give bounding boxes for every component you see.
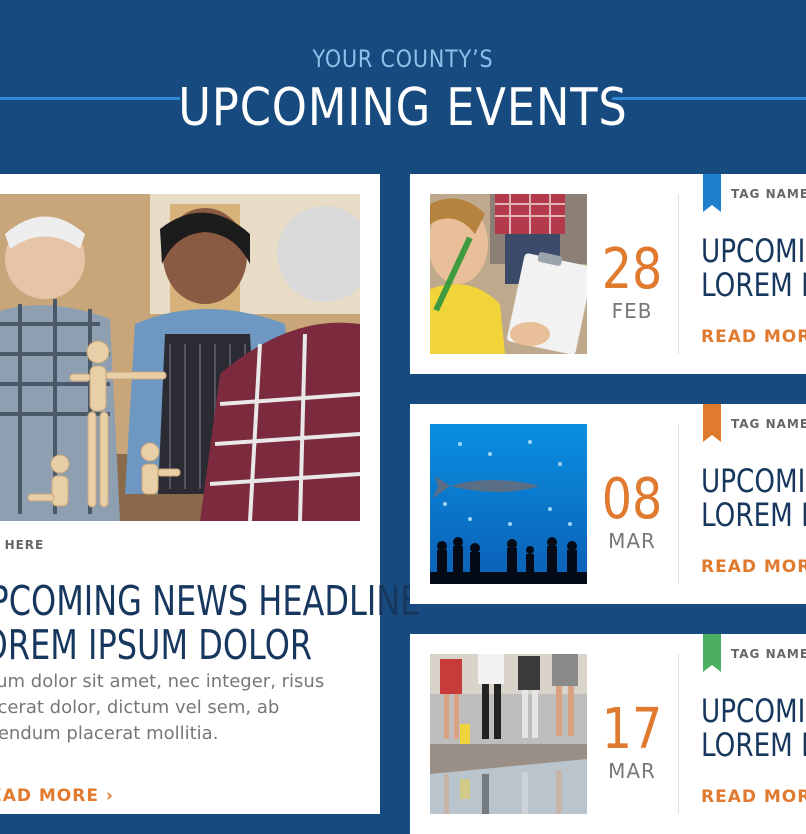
featured-summary: Ipsum dolor sit amet, nec integer, risus… — [0, 669, 390, 747]
ribbon-shape — [703, 174, 721, 212]
event-headline-line1: UPCOMING — [701, 232, 806, 270]
page-title: UPCOMING EVENTS — [178, 78, 628, 138]
event-read-more-link[interactable]: READ MORE — [701, 327, 806, 347]
featured-headline-line1: UPCOMING NEWS HEADLINE — [0, 577, 421, 625]
bookmark-ribbon-icon — [703, 404, 721, 442]
event-photo-child-clipboard — [430, 194, 587, 354]
event-headline[interactable]: UPCOMING LOREM IPSUM — [701, 234, 806, 302]
header-kicker: YOUR COUNTY’S — [312, 45, 494, 73]
event-tag: TAG NAME — [731, 187, 806, 201]
featured-tag: TAG HERE — [0, 538, 45, 552]
bookmark-ribbon-icon — [703, 174, 721, 212]
event-headline-line1: UPCOMING — [701, 692, 806, 730]
featured-summary-line1: Ipsum dolor sit amet, nec integer, risus — [0, 671, 325, 692]
event-month: MAR — [608, 759, 656, 783]
bookmark-ribbon-icon — [703, 634, 721, 672]
event-headline-line1: UPCOMING — [701, 462, 806, 500]
featured-news-card[interactable]: TAG HERE UPCOMING NEWS HEADLINE LOREM IP… — [0, 174, 421, 814]
event-headline-line2: LOREM IPSUM — [701, 266, 806, 304]
ribbon-shape — [703, 634, 721, 672]
event-tag: TAG NAME — [731, 647, 806, 661]
event-day: 17 — [601, 697, 663, 762]
event-month: MAR — [608, 529, 656, 553]
event-day: 28 — [601, 237, 663, 302]
featured-read-more-link[interactable]: READ MORE › — [0, 786, 114, 806]
featured-headline-line2: LOREM IPSUM DOLOR — [0, 621, 313, 669]
event-headline-line2: LOREM IPSUM — [701, 726, 806, 764]
event-photo-runners — [430, 654, 587, 814]
featured-summary-line2: placerat dolor, dictum vel sem, ab — [0, 697, 280, 718]
event-headline-line2: LOREM IPSUM — [701, 496, 806, 534]
featured-photo-art-class — [0, 194, 360, 521]
event-card[interactable]: 08 MAR TAG NAME UPCOMING LOREM IPSUM REA… — [410, 404, 806, 604]
event-read-more-link[interactable]: READ MORE — [701, 787, 806, 807]
featured-summary-line3: bibendum placerat mollitia. — [0, 723, 219, 744]
event-headline[interactable]: UPCOMING LOREM IPSUM — [701, 694, 806, 762]
event-photo-aquarium — [430, 424, 587, 584]
divider — [678, 654, 679, 814]
chevron-right-icon: › — [105, 786, 114, 806]
featured-headline[interactable]: UPCOMING NEWS HEADLINE LOREM IPSUM DOLOR — [0, 577, 421, 669]
featured-read-more-label: READ MORE — [0, 786, 99, 806]
divider — [678, 424, 679, 584]
event-read-more-link[interactable]: READ MORE — [701, 557, 806, 577]
event-card[interactable]: 28 FEB TAG NAME UPCOMING LOREM IPSUM REA… — [410, 174, 806, 374]
event-card[interactable]: 17 MAR TAG NAME UPCOMING LOREM IPSUM REA… — [410, 634, 806, 834]
event-headline[interactable]: UPCOMING LOREM IPSUM — [701, 464, 806, 532]
divider — [678, 194, 679, 354]
ribbon-shape — [703, 404, 721, 442]
event-tag: TAG NAME — [731, 417, 806, 431]
event-day: 08 — [601, 467, 663, 532]
event-month: FEB — [611, 299, 653, 323]
